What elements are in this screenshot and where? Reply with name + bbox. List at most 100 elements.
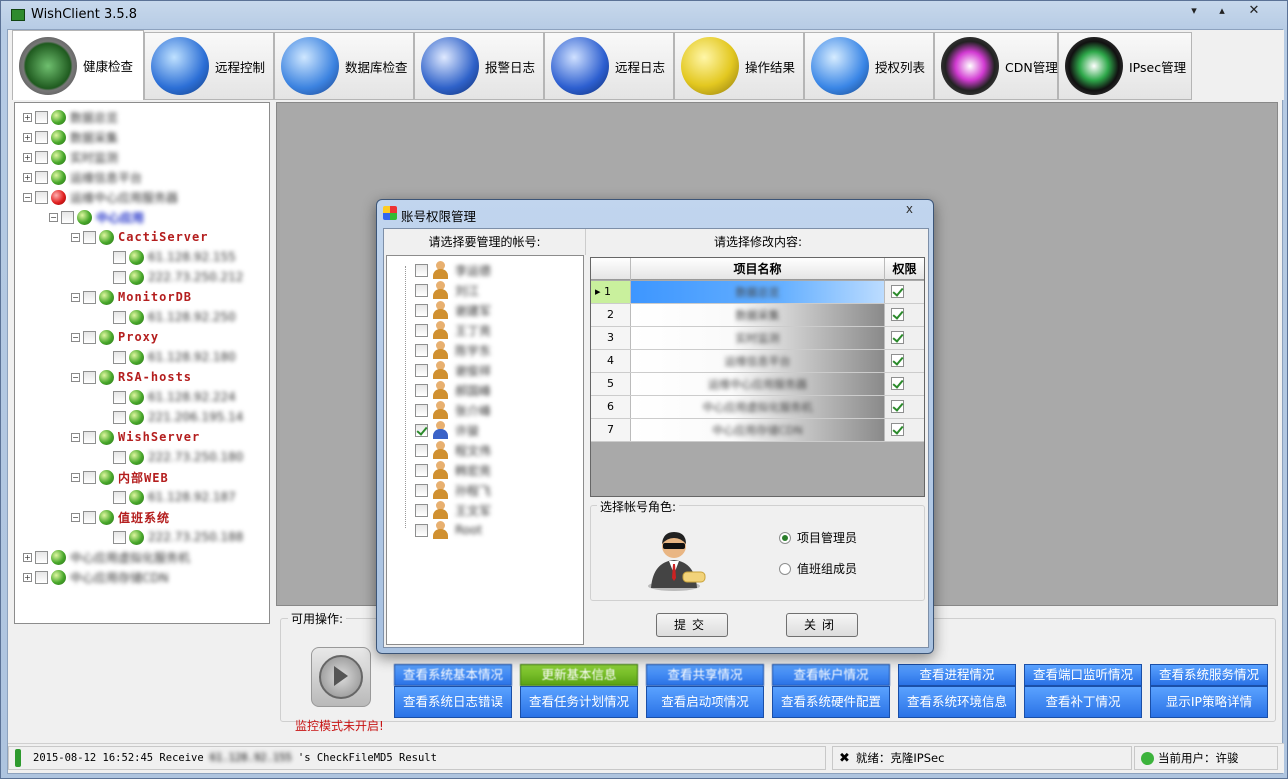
tab-3[interactable]: 数据库检查 [274,32,414,100]
grid-row-name[interactable]: 运维中心应用服务器 [631,373,885,395]
tree-checkbox[interactable] [35,190,48,204]
tree-checkbox[interactable] [113,250,126,264]
account-checkbox[interactable] [415,303,428,317]
tree-checkbox[interactable] [83,330,96,344]
tree-checkbox[interactable] [35,110,48,124]
tree-node-top-1[interactable]: + 数据总览 [23,107,118,127]
submit-button[interactable]: 提交 [656,613,728,637]
permission-checkbox[interactable] [891,354,904,367]
tree-node-host[interactable]: 221.206.195.14 [101,407,243,427]
account-checkbox[interactable] [415,443,428,457]
tree-node-host[interactable]: 61.128.92.155 [101,247,236,267]
grid-row-name[interactable]: 中心应用虚拟化服务机 [631,396,885,418]
account-item[interactable]: 程文伟 [415,440,491,460]
account-checkbox[interactable] [415,383,428,397]
tree-node-host[interactable]: 61.128.92.180 [101,347,236,367]
dialog-close-icon[interactable]: x [906,202,913,216]
tab-1[interactable]: 健康检查 [12,30,144,100]
account-checkbox[interactable] [415,343,428,357]
collapse-icon[interactable]: − [71,512,80,522]
grid-row-name[interactable]: 数据总览 [631,281,885,303]
tree-node-server-2[interactable]: − MonitorDB [71,287,192,307]
tree-node-server-3[interactable]: − Proxy [71,327,159,347]
grid-row-name[interactable]: 实时监测 [631,327,885,349]
op-button-row1-3[interactable]: 查看共享情况 [646,664,764,686]
account-checkbox[interactable] [415,483,428,497]
tab-2[interactable]: 远程控制 [144,32,274,100]
close-icon[interactable]: ✕ [1241,1,1267,21]
account-item[interactable]: 韩宏亮 [415,460,491,480]
permission-checkbox[interactable] [891,377,904,390]
expand-icon[interactable]: + [23,172,32,182]
account-checkbox[interactable] [415,263,428,277]
permission-grid[interactable]: 项目名称 权限 ▸ 1 数据总览 2 数据采集 3 实时监测 4 运维信息平台 5 运维中心应用服… [590,257,925,497]
tab-6[interactable]: 操作结果 [674,32,804,100]
account-item[interactable]: 谢俊祥 [415,360,491,380]
collapse-icon[interactable]: − [71,332,80,342]
tab-5[interactable]: 远程日志 [544,32,674,100]
tab-7[interactable]: 授权列表 [804,32,934,100]
tree-checkbox[interactable] [35,570,48,584]
permission-checkbox[interactable] [891,400,904,413]
permission-checkbox[interactable] [891,308,904,321]
collapse-icon[interactable]: − [49,212,58,222]
collapse-icon[interactable]: − [23,192,32,202]
tree-checkbox[interactable] [113,310,126,324]
account-item[interactable]: 张介峰 [415,400,491,420]
tree-checkbox[interactable] [83,230,96,244]
tree-node-server-7[interactable]: − 值班系统 [71,507,170,527]
tree-node-host[interactable]: 222.73.250.188 [101,527,243,547]
grid-row-name[interactable]: 运维信息平台 [631,350,885,372]
radio-project-admin[interactable] [779,531,791,544]
grid-row-name[interactable]: 数据采集 [631,304,885,326]
expand-icon[interactable]: + [23,552,32,562]
op-button-row2-4[interactable]: 查看系统硬件配置 [772,686,890,718]
tree-node-server-1[interactable]: − CactiServer [71,227,208,247]
account-checkbox[interactable] [415,363,428,377]
tree-checkbox[interactable] [113,390,126,404]
tree-node-host[interactable]: 61.128.92.250 [101,307,236,327]
op-button-row1-5[interactable]: 查看进程情况 [898,664,1016,686]
account-checkbox[interactable] [415,423,428,437]
collapse-icon[interactable]: − [71,232,80,242]
expand-icon[interactable]: + [23,132,32,142]
op-button-row2-6[interactable]: 查看补丁情况 [1024,686,1142,718]
tree-checkbox[interactable] [83,290,96,304]
tree-checkbox[interactable] [35,130,48,144]
collapse-icon[interactable]: − [71,372,80,382]
tree-node-server-6[interactable]: − 内部WEB [71,467,169,487]
tree-node-top-4[interactable]: + 运维信息平台 [23,167,142,187]
monitor-toggle-button[interactable] [311,647,371,707]
op-button-row2-3[interactable]: 查看启动项情况 [646,686,764,718]
grid-row[interactable]: 3 实时监测 [591,327,924,350]
tree-node-host[interactable]: 222.73.250.180 [101,447,243,467]
tab-4[interactable]: 报警日志 [414,32,544,100]
account-checkbox[interactable] [415,463,428,477]
close-button[interactable]: 关闭 [786,613,858,637]
op-button-row1-2[interactable]: 更新基本信息 [520,664,638,686]
tree-checkbox[interactable] [35,150,48,164]
tree-node-host[interactable]: 61.128.92.187 [101,487,236,507]
collapse-icon[interactable]: − [71,292,80,302]
account-item[interactable]: 李运德 [415,260,491,280]
tree-node-group[interactable]: − 中心应用 [49,207,144,227]
tree-checkbox[interactable] [113,350,126,364]
tree-node-server-4[interactable]: − RSA-hosts [71,367,192,387]
account-checkbox[interactable] [415,323,428,337]
tree-checkbox[interactable] [83,430,96,444]
tree-checkbox[interactable] [35,170,48,184]
account-item[interactable]: Root [415,520,482,540]
expand-icon[interactable]: + [23,572,32,582]
tree-checkbox[interactable] [113,410,126,424]
server-tree[interactable]: + 数据总览 + 数据采集 + 实时监测 + 运维信息平台 − 运维中心应用服务器 − 中心应用 − Ca… [14,102,270,624]
tab-9[interactable]: IPsec管理 [1058,32,1192,100]
collapse-icon[interactable]: − [71,432,80,442]
account-item[interactable]: 王丁亮 [415,320,491,340]
account-item[interactable]: 谢建军 [415,300,491,320]
tree-node-host[interactable]: 222.73.250.212 [101,267,243,287]
tree-checkbox[interactable] [113,270,126,284]
tree-checkbox[interactable] [113,530,126,544]
tree-node-bottom-2[interactable]: + 中心应用存储CDN [23,567,169,587]
grid-row[interactable]: 6 中心应用虚拟化服务机 [591,396,924,419]
tree-checkbox[interactable] [113,490,126,504]
